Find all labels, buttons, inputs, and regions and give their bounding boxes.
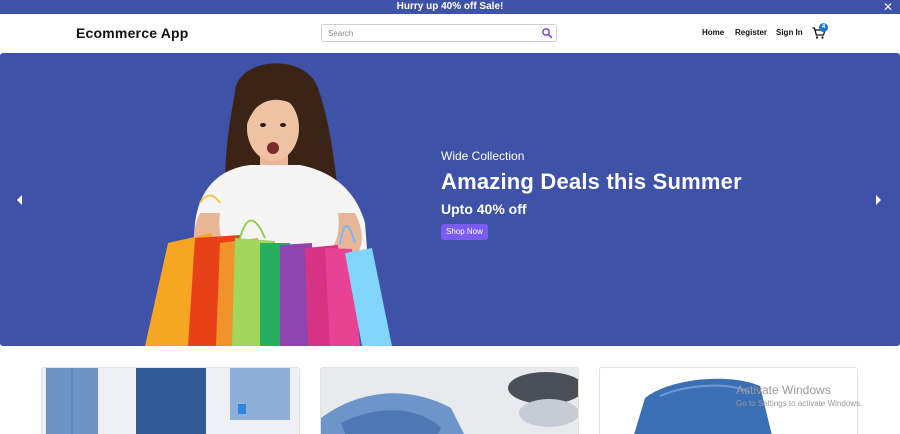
product-card[interactable]: [320, 367, 579, 434]
product-card[interactable]: [41, 367, 300, 434]
hero-carousel: Wide Collection Amazing Deals this Summe…: [0, 53, 900, 346]
search-input[interactable]: [322, 25, 536, 41]
nav-register[interactable]: Register: [735, 28, 767, 37]
site-header: Ecommerce App Home Register Sign In 4: [0, 14, 900, 53]
shop-now-button[interactable]: Shop Now: [441, 224, 488, 240]
hero-subtitle: Upto 40% off: [441, 201, 527, 217]
cart-count-badge: 4: [819, 23, 828, 32]
brand-logo[interactable]: Ecommerce App: [76, 25, 189, 41]
product-image-jeans-stack: [42, 368, 299, 434]
product-image-jeans-and-sneakers: [321, 368, 578, 434]
page: Hurry up 40% off Sale! ✕ Ecommerce App H…: [0, 0, 900, 434]
watermark-title: Activate Windows: [736, 383, 831, 397]
activate-windows-watermark: Activate Windows Go to Settings to activ…: [736, 383, 862, 408]
carousel-prev-button[interactable]: [8, 189, 32, 211]
hero-image: [145, 63, 392, 346]
nav-sign-in[interactable]: Sign In: [776, 28, 803, 37]
search-icon[interactable]: [541, 27, 553, 39]
hero-title: Amazing Deals this Summer: [441, 169, 742, 194]
nav-home[interactable]: Home: [702, 28, 724, 37]
carousel-next-button[interactable]: [866, 189, 890, 211]
promo-text: Hurry up 40% off Sale!: [396, 1, 504, 12]
close-icon[interactable]: ✕: [882, 0, 894, 14]
promo-bar: Hurry up 40% off Sale! ✕: [0, 0, 900, 14]
watermark-subtitle: Go to Settings to activate Windows.: [736, 399, 863, 408]
hero-eyebrow: Wide Collection: [441, 149, 525, 163]
search-box: [321, 24, 557, 42]
